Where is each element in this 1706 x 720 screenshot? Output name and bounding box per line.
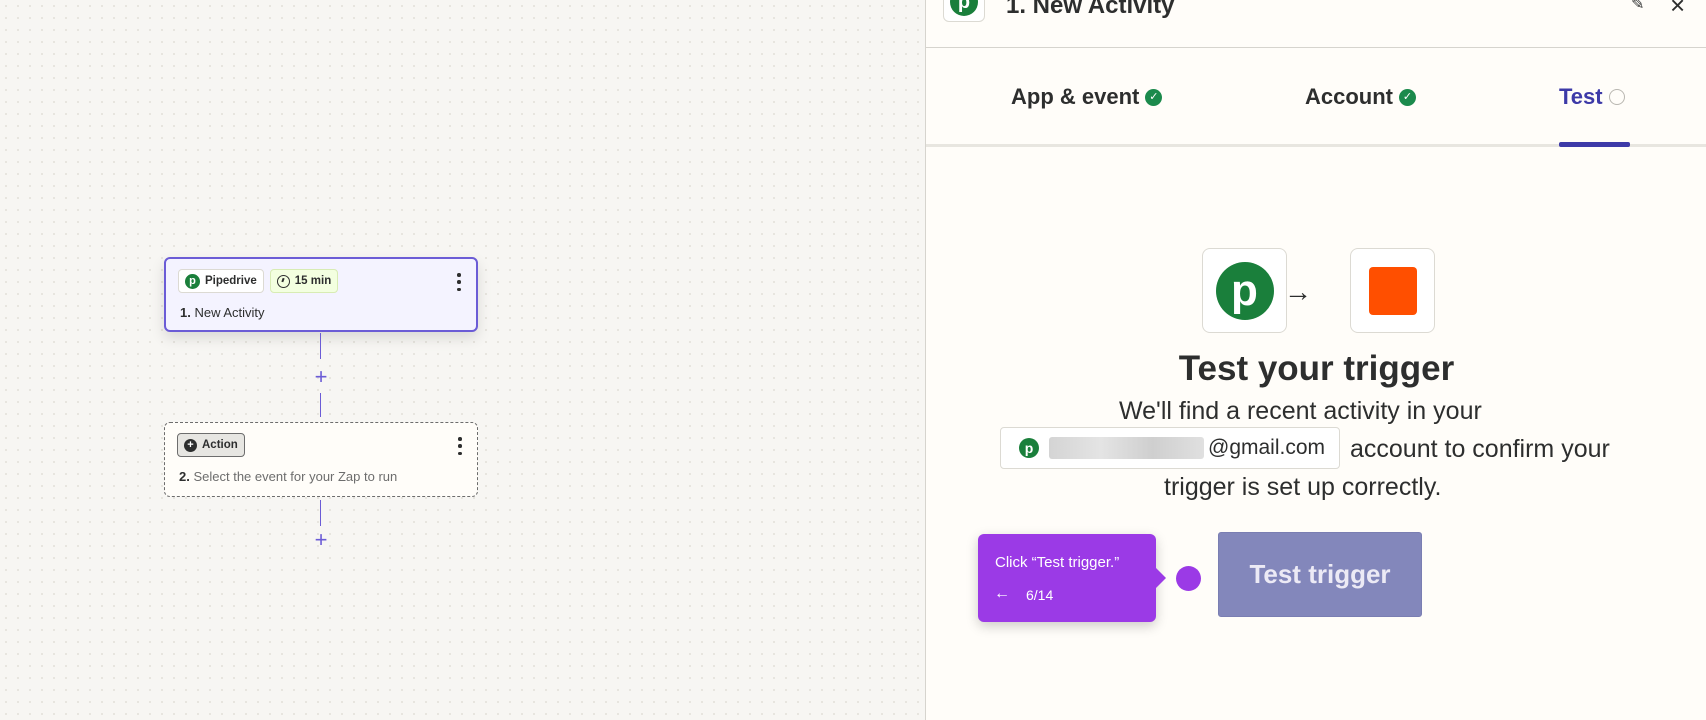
- trigger-more-menu-icon[interactable]: [454, 273, 464, 291]
- add-step-button[interactable]: +: [311, 366, 331, 388]
- trigger-step-card[interactable]: p Pipedrive 15 min 1. New Activity: [164, 257, 478, 332]
- panel-app-badge: p: [943, 0, 985, 22]
- guide-beacon: [1176, 566, 1201, 591]
- connector-line: [320, 500, 321, 526]
- action-chip-label: Action: [202, 439, 238, 451]
- pencil-icon[interactable]: ✎: [1631, 0, 1651, 13]
- interval-label: 15 min: [294, 275, 332, 287]
- connector-line: [320, 393, 321, 417]
- action-step-card[interactable]: + Action 2. Select the event for your Za…: [164, 422, 478, 497]
- source-app-logo: p: [1202, 248, 1287, 333]
- active-tab-indicator: [1559, 142, 1630, 147]
- arrow-right-icon: →: [1284, 276, 1312, 307]
- app-chip-label: Pipedrive: [205, 275, 257, 287]
- action-more-menu-icon[interactable]: [455, 437, 465, 455]
- guide-progress: 6/14: [1026, 587, 1054, 603]
- action-step-title: 2. Select the event for your Zap to run: [179, 469, 398, 484]
- pipedrive-logo-icon: p: [950, 0, 978, 16]
- pipedrive-logo-icon: p: [1019, 438, 1039, 458]
- tab-test[interactable]: Test: [1559, 84, 1625, 110]
- description-line: trigger is set up correctly.: [1164, 473, 1442, 501]
- interval-chip: 15 min: [269, 269, 339, 293]
- pipedrive-logo-icon: p: [1215, 261, 1274, 320]
- tab-app-event[interactable]: App & event ✓: [1011, 84, 1163, 110]
- panel-header: p 1. New Activity ✎ ×: [926, 0, 1706, 48]
- zapier-logo: [1350, 248, 1435, 333]
- redacted-email: [1049, 437, 1204, 459]
- back-arrow-icon[interactable]: ←: [994, 585, 1010, 603]
- zap-canvas[interactable]: p Pipedrive 15 min 1. New Activity + + A…: [0, 0, 925, 720]
- test-trigger-button[interactable]: Test trigger: [1218, 532, 1422, 617]
- clock-icon: [276, 274, 290, 288]
- check-icon: ✓: [1145, 88, 1163, 106]
- pending-circle-icon: [1608, 89, 1625, 105]
- connector-line: [320, 333, 321, 359]
- description-line: account to confirm your: [1350, 435, 1610, 463]
- test-heading: Test your trigger: [1178, 349, 1455, 388]
- pipedrive-logo-icon: p: [185, 273, 200, 289]
- panel-title: 1. New Activity: [1006, 0, 1175, 19]
- trigger-step-title: 1. New Activity: [180, 305, 265, 320]
- tab-account[interactable]: Account ✓: [1305, 84, 1416, 110]
- guide-tooltip: Click “Test trigger.” ← 6/14: [978, 534, 1166, 622]
- app-chip: p Pipedrive: [178, 269, 264, 293]
- step-tabs: App & event ✓ Account ✓ Test: [926, 48, 1706, 147]
- action-chip: + Action: [177, 433, 245, 457]
- close-icon[interactable]: ×: [1670, 0, 1694, 20]
- plus-circle-icon: +: [184, 438, 197, 452]
- zapier-logo-icon: [1368, 266, 1417, 315]
- description-line: We'll find a recent activity in your: [1119, 397, 1482, 425]
- account-chip: p @gmail.com: [1000, 427, 1340, 469]
- check-icon: ✓: [1399, 88, 1416, 106]
- add-step-button[interactable]: +: [311, 529, 331, 551]
- guide-text: Click “Test trigger.”: [995, 554, 1120, 571]
- account-email-suffix: @gmail.com: [1208, 436, 1326, 459]
